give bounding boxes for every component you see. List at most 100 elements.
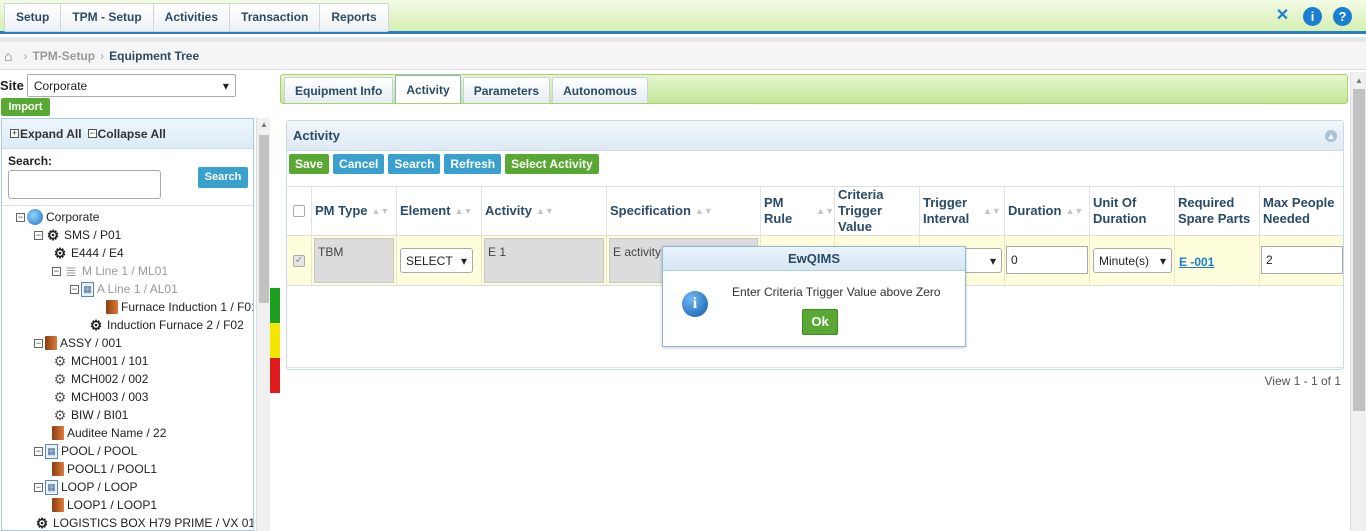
tree-node[interactable]: − ▦ LOOP / LOOP [34,478,137,496]
tree-node[interactable]: − ⚙ SMS / P01 [34,226,121,244]
book-icon [52,498,64,512]
col-activity[interactable]: Activity ▲▼ [482,187,607,235]
unit-of-duration-select[interactable]: Minute(s) ▾ [1093,248,1172,273]
tree-node-label: M Line 1 / ML01 [82,264,169,278]
tab-activity[interactable]: Activity [395,75,461,103]
scroll-up-icon[interactable]: ▲ [1351,76,1366,85]
col-element[interactable]: Element ▲▼ [397,187,482,235]
menu-transaction[interactable]: Transaction [230,4,321,31]
tree-node[interactable]: ⚙ E444 / E4 [52,244,124,262]
scroll-up-icon[interactable]: ▲ [257,120,271,129]
collapse-icon[interactable]: ▲ [1325,129,1337,142]
status-yellow [270,323,280,358]
tree-node[interactable]: LOOP1 / LOOP1 [52,496,157,514]
tree-toggle-icon[interactable]: − [34,482,43,492]
info-icon: i [682,291,708,317]
book-icon [106,300,118,314]
refresh-button[interactable]: Refresh [444,154,502,174]
pm-type-field[interactable]: TBM [314,238,394,283]
search-button[interactable]: Search [388,154,441,174]
tab-autonomous[interactable]: Autonomous [552,77,649,103]
tree-node[interactable]: − ASSY / 001 [34,334,122,352]
chevron-right-icon: › [100,48,105,63]
tree-node[interactable]: − ▦ POOL / POOL [34,442,137,460]
db-icon: ≣ [65,263,77,279]
select-activity-button[interactable]: Select Activity [505,154,599,174]
col-criteria-trigger-value[interactable]: Criteria Trigger Value [835,187,920,235]
tree-toggle-icon[interactable]: − [34,446,43,456]
col-required-spare-parts[interactable]: Required Spare Parts [1175,187,1260,235]
max-people-input[interactable]: 2 [1261,246,1343,274]
sort-icon: ▲▼ [535,206,554,216]
page-scrollbar[interactable]: ▲ [1350,72,1366,531]
tree-node-label: LOOP1 / LOOP1 [67,498,158,512]
menu-activities[interactable]: Activities [154,4,231,31]
home-icon[interactable]: ⌂ [4,48,12,64]
menu-tpm-setup[interactable]: TPM - Setup [61,4,154,31]
tree-node[interactable]: Auditee Name / 22 [52,424,166,442]
expand-all-button[interactable]: + Expand All [10,127,82,141]
tree-node[interactable]: ⚙ LOGISTICS BOX H79 PRIME / VX 01 [34,514,253,530]
col-label: Trigger Interval [923,195,970,226]
tree-toggle-icon[interactable]: − [52,266,61,276]
scrollbar-thumb[interactable] [259,135,269,303]
tree-node[interactable]: − Corporate [16,208,99,226]
tree-node[interactable]: ⚙ MCH001 / 101 [52,352,149,370]
main-nav: Setup TPM - Setup Activities Transaction… [4,3,389,32]
tree-node[interactable]: − ≣ M Line 1 / ML01 [52,262,168,280]
tree-node[interactable]: − ▦ A Line 1 / AL01 [70,280,178,298]
col-specification[interactable]: Specification ▲▼ [607,187,761,235]
ok-button[interactable]: Ok [802,309,838,335]
tree-node[interactable]: Furnace Induction 1 / F01 [106,298,253,316]
activity-cell: E 1 [482,236,607,285]
tab-equipment-info[interactable]: Equipment Info [284,77,394,103]
row-checkbox[interactable]: ✓ [293,254,305,267]
help-icon[interactable]: ? [1333,7,1352,26]
pin-icon[interactable]: ✕ [1273,7,1292,26]
tree-toggle-icon[interactable]: − [34,338,43,348]
cancel-button[interactable]: Cancel [333,154,385,174]
gear-icon: ⚙ [53,407,67,423]
tree-scrollbar[interactable]: ▲ [256,118,270,531]
collapse-all-button[interactable]: − Collapse All [87,127,166,141]
tree-node[interactable]: ⚙ Induction Furnace 2 / F02 [88,316,244,334]
sort-icon: ▲▼ [454,206,473,216]
tree-toggle-icon[interactable]: − [70,284,79,294]
pager-divider [287,367,1343,368]
col-trigger-interval[interactable]: Trigger Interval ▲▼ [920,187,1005,235]
select-all-checkbox[interactable] [293,205,305,217]
tree-node[interactable]: ⚙ BIW / BI01 [52,406,129,424]
menu-setup[interactable]: Setup [5,4,62,31]
doc-icon: ▦ [81,281,94,297]
import-button[interactable]: Import [1,98,50,116]
col-pm-rule[interactable]: PM Rule ▲▼ [761,187,835,235]
tree-search-button[interactable]: Search [198,167,248,188]
spare-parts-link[interactable]: E -001 [1179,255,1214,269]
top-menu-bar: Setup TPM - Setup Activities Transaction… [0,0,1366,34]
col-duration[interactable]: Duration ▲▼ [1005,187,1090,235]
col-max-people-needed[interactable]: Max People Needed [1260,187,1343,235]
book-icon [52,462,64,476]
duration-input[interactable]: 0 [1006,246,1088,274]
site-select[interactable]: Corporate ▾ [26,74,236,97]
col-pm-type[interactable]: PM Type ▲▼ [312,187,397,235]
activity-field[interactable]: E 1 [484,238,604,283]
tab-bar: Equipment Info Activity Parameters Auton… [280,74,1348,104]
element-select[interactable]: SELECT ▾ [400,248,473,273]
scrollbar-thumb[interactable] [1353,89,1365,411]
tree-node[interactable]: ⚙ MCH002 / 002 [52,370,149,388]
tree-node[interactable]: POOL1 / POOL1 [52,460,157,478]
tree-node-label: ASSY / 001 [60,336,122,350]
breadcrumb-tpm-setup[interactable]: TPM-Setup [32,49,95,63]
tab-parameters[interactable]: Parameters [462,77,551,103]
equipment-tree: − Corporate − ⚙ SMS / P01 ⚙ E444 / E4− ≣ M Line … [2,205,253,530]
info-icon[interactable]: i [1303,7,1322,26]
menu-reports[interactable]: Reports [320,4,387,31]
tree-toggle-icon[interactable]: − [34,230,43,240]
col-unit-of-duration[interactable]: Unit Of Duration [1090,187,1175,235]
tree-toggle-icon[interactable]: − [16,212,25,222]
search-input[interactable] [8,170,161,199]
tree-node[interactable]: ⚙ MCH003 / 003 [52,388,149,406]
left-panel: Site Corporate ▾ Import + Expand All − C… [0,72,270,531]
save-button[interactable]: Save [289,154,330,174]
